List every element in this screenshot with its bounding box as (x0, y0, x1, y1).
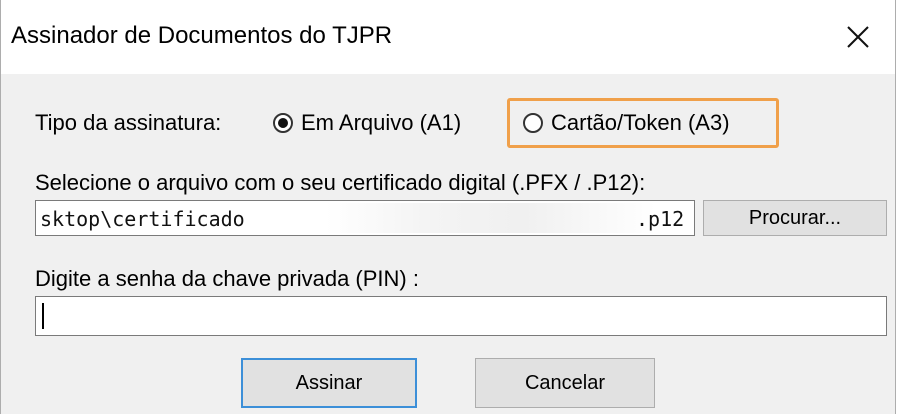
certificate-path-prefix: sktop\certificado (40, 207, 245, 231)
certificate-path-suffix: .p12 (636, 207, 685, 231)
close-button[interactable] (821, 0, 895, 74)
radio-cartao-token[interactable]: Cartão/Token (A3) (523, 110, 730, 136)
redacted-path-segment (326, 203, 656, 233)
certificate-path-field[interactable]: sktop\certificado .p12 (35, 200, 695, 236)
radio-cartao-token-label: Cartão/Token (A3) (551, 110, 730, 135)
signature-type-label: Tipo da assinatura: (35, 110, 222, 135)
title-bar: Assinador de Documentos do TJPR (1, 0, 895, 74)
radio-em-arquivo[interactable]: Em Arquivo (A1) (273, 110, 461, 136)
signer-dialog: Assinador de Documentos do TJPR Tipo da … (0, 0, 896, 414)
text-caret (42, 303, 44, 329)
radio-checked-icon (273, 113, 293, 133)
browse-button[interactable]: Procurar... (703, 200, 887, 236)
radio-unchecked-icon (523, 113, 543, 133)
close-icon (847, 26, 869, 48)
certificate-label: Selecione o arquivo com o seu certificad… (35, 170, 646, 195)
pin-label: Digite a senha da chave privada (PIN) : (35, 266, 419, 291)
radio-em-arquivo-label: Em Arquivo (A1) (301, 110, 462, 135)
pin-input[interactable] (35, 296, 887, 336)
dialog-content: Tipo da assinatura: Em Arquivo (A1) Cart… (1, 74, 895, 414)
window-title: Assinador de Documentos do TJPR (11, 22, 393, 49)
cancel-button[interactable]: Cancelar (475, 358, 655, 408)
sign-button[interactable]: Assinar (241, 358, 417, 408)
